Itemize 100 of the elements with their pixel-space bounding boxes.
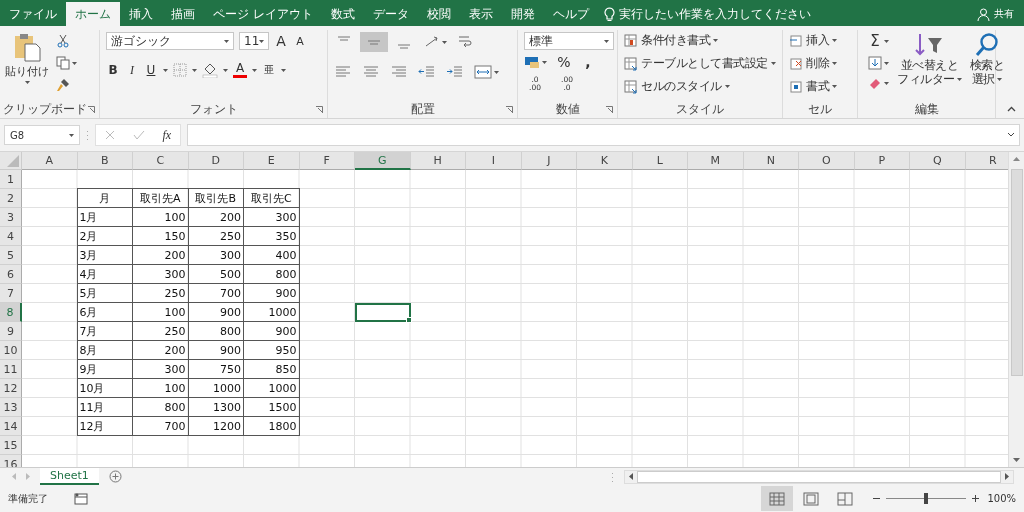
ribbon-tab[interactable]: 開発 <box>501 2 544 26</box>
dialog-launcher-icon[interactable] <box>606 106 613 113</box>
ribbon-tab[interactable]: 校閲 <box>417 2 460 26</box>
row-header[interactable]: 15 <box>0 436 22 455</box>
row-header[interactable]: 2 <box>0 189 22 208</box>
right-arrow-icon[interactable] <box>1005 473 1009 480</box>
fill-down-icon[interactable] <box>868 56 882 70</box>
column-header[interactable]: B <box>77 152 133 170</box>
merge-cells-icon[interactable] <box>474 64 492 80</box>
align-left-icon[interactable] <box>334 64 352 80</box>
underline-button[interactable]: U <box>144 63 158 77</box>
dialog-launcher-icon[interactable] <box>316 106 323 113</box>
copy-icon[interactable] <box>56 56 70 70</box>
sheet-tab[interactable]: Sheet1 <box>40 468 99 485</box>
cells-menu-button[interactable]: 挿入 <box>789 32 851 49</box>
ribbon-tab[interactable]: 数式 <box>321 2 364 26</box>
paintbrush-icon[interactable] <box>56 78 70 92</box>
comma-style-button[interactable]: , <box>581 54 595 70</box>
increase-font-size-button[interactable]: A <box>274 33 288 49</box>
column-header[interactable]: A <box>22 152 78 170</box>
name-box[interactable]: G8 <box>4 125 80 145</box>
ribbon-tab[interactable]: 表示 <box>459 2 502 26</box>
ribbon-tab[interactable]: 挿入 <box>120 2 162 26</box>
dialog-launcher-icon[interactable] <box>88 106 95 113</box>
column-header[interactable]: P <box>854 152 910 170</box>
column-header[interactable]: L <box>632 152 688 170</box>
row-header[interactable]: 9 <box>0 322 22 341</box>
left-arrow-icon[interactable] <box>629 473 633 480</box>
column-header[interactable]: Q <box>910 152 966 170</box>
column-header[interactable]: H <box>410 152 466 170</box>
scrollbar-thumb[interactable] <box>1010 169 1023 376</box>
plus-icon[interactable] <box>972 495 980 502</box>
active-cell[interactable] <box>355 303 411 322</box>
wrap-text-icon[interactable] <box>457 34 473 50</box>
percent-style-button[interactable]: % <box>557 54 571 70</box>
font-color-button[interactable]: A <box>233 62 247 78</box>
add-sheet-icon[interactable] <box>108 470 122 483</box>
cancel-icon[interactable] <box>104 130 115 140</box>
column-header[interactable]: K <box>577 152 633 170</box>
number-format-dropdown[interactable]: 標準 <box>524 32 614 50</box>
share-button[interactable]: 共有 <box>977 2 1014 26</box>
font-name-dropdown[interactable]: 游ゴシック <box>106 32 234 50</box>
column-header[interactable]: J <box>521 152 577 170</box>
autosum-button[interactable]: Σ <box>868 32 882 50</box>
slider-thumb[interactable] <box>924 493 929 504</box>
cells-menu-button[interactable]: 書式 <box>789 78 851 95</box>
bold-button[interactable]: B <box>106 63 120 77</box>
decrease-indent-icon[interactable] <box>418 64 436 80</box>
ribbon-tab[interactable]: ファイル <box>0 2 66 26</box>
zoom-percentage[interactable]: 100% <box>987 493 1016 504</box>
decrease-font-size-button[interactable]: A <box>293 34 307 48</box>
expand-chevron-icon[interactable] <box>1007 132 1015 137</box>
row-header[interactable]: 8 <box>0 303 22 322</box>
sort-filter-button[interactable]: 並べ替えと フィルター <box>897 32 962 99</box>
up-arrow-icon[interactable] <box>1013 157 1020 161</box>
row-header[interactable]: 10 <box>0 341 22 360</box>
row-header[interactable]: 1 <box>0 170 22 189</box>
horizontal-scrollbar[interactable] <box>624 469 1014 484</box>
checkmark-icon[interactable] <box>132 130 145 140</box>
row-header[interactable]: 13 <box>0 398 22 417</box>
ribbon-tab[interactable]: ヘルプ <box>543 2 598 26</box>
currency-icon[interactable] <box>524 55 540 69</box>
row-header[interactable]: 3 <box>0 208 22 227</box>
ribbon-tab[interactable]: ページ レイアウト <box>204 2 322 26</box>
down-arrow-icon[interactable] <box>1013 458 1020 462</box>
scissors-icon[interactable] <box>56 34 70 48</box>
align-right-icon[interactable] <box>390 64 408 80</box>
collapse-ribbon-icon[interactable] <box>1007 106 1016 112</box>
minus-icon[interactable] <box>873 495 881 502</box>
increase-indent-icon[interactable] <box>446 64 464 80</box>
row-header[interactable]: 12 <box>0 379 22 398</box>
styles-menu-button[interactable]: セルのスタイル <box>624 78 776 95</box>
eraser-icon[interactable] <box>868 76 882 90</box>
column-header[interactable]: O <box>799 152 855 170</box>
font-size-dropdown[interactable]: 11 <box>239 32 269 50</box>
row-header[interactable]: 11 <box>0 360 22 379</box>
ribbon-tab[interactable]: データ <box>363 2 418 26</box>
row-header[interactable]: 5 <box>0 246 22 265</box>
styles-menu-button[interactable]: 条件付き書式 <box>624 32 776 49</box>
cells-menu-button[interactable]: 削除 <box>789 55 851 72</box>
column-header[interactable]: M <box>688 152 744 170</box>
column-header[interactable]: C <box>133 152 189 170</box>
furigana-button[interactable]: 亜 <box>262 63 276 77</box>
row-header[interactable]: 7 <box>0 284 22 303</box>
column-header[interactable]: R <box>965 152 1008 170</box>
scrollbar-thumb[interactable] <box>637 470 1001 483</box>
paste-button[interactable]: 貼り付け <box>6 32 48 99</box>
row-header[interactable]: 6 <box>0 265 22 284</box>
column-header[interactable]: N <box>743 152 799 170</box>
column-header[interactable]: G <box>355 152 411 170</box>
column-header[interactable]: F <box>299 152 355 170</box>
tell-me-search-field[interactable]: 実行したい作業を入力してください <box>618 5 811 23</box>
italic-button[interactable]: I <box>125 62 139 78</box>
vertical-scrollbar[interactable] <box>1008 152 1024 467</box>
align-center-icon[interactable] <box>362 64 380 80</box>
view-button[interactable] <box>761 486 794 511</box>
row-header[interactable]: 16 <box>0 455 22 467</box>
ribbon-tab[interactable]: 描画 <box>162 2 204 26</box>
row-header[interactable]: 14 <box>0 417 22 436</box>
column-header[interactable]: I <box>466 152 522 170</box>
